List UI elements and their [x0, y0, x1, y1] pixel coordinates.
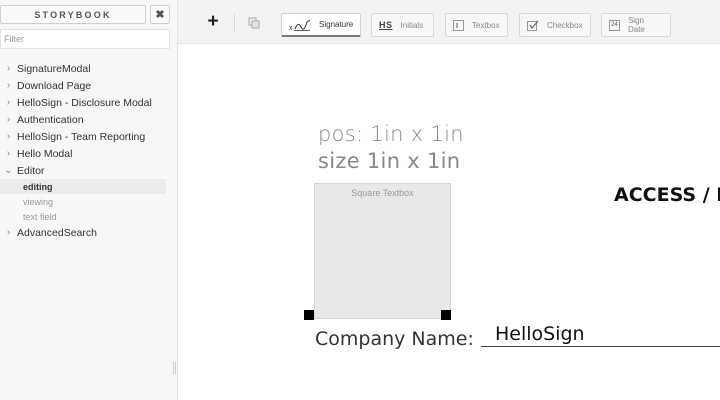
plus-icon: +	[207, 11, 219, 32]
square-textbox-field[interactable]: Square Textbox	[314, 183, 451, 319]
checkbox-tool-button[interactable]: Checkbox	[519, 13, 591, 37]
position-readout: pos: 1in x 1in	[318, 122, 464, 146]
close-icon: ✖	[155, 9, 165, 21]
story-editor-viewing[interactable]: viewing	[0, 194, 170, 209]
add-button[interactable]: +	[203, 12, 223, 32]
sign-date-tool-button[interactable]: 24 Sign Date	[601, 13, 671, 37]
story-team-reporting[interactable]: › HelloSign - Team Reporting	[0, 128, 170, 145]
signature-icon: x	[289, 19, 311, 31]
story-variant-label: text field	[23, 211, 57, 222]
initials-tool-button[interactable]: HS Initials	[371, 13, 434, 37]
resize-handle-bottom-right[interactable]	[441, 310, 451, 320]
story-download-page[interactable]: › Download Page	[0, 77, 170, 94]
copy-icon	[248, 17, 260, 29]
close-sidebar-button[interactable]: ✖	[150, 5, 170, 24]
svg-text:x: x	[289, 25, 293, 31]
story-editor-text-field[interactable]: text field	[0, 209, 170, 224]
story-label: Editor	[17, 164, 45, 177]
storybook-title-button[interactable]: STORYBOOK	[0, 5, 146, 24]
chevron-right-icon: ›	[6, 97, 11, 108]
textbox-tool-button[interactable]: Textbox	[445, 13, 508, 37]
chevron-down-icon: ⌄	[4, 165, 13, 176]
checkbox-icon	[527, 20, 539, 31]
story-advancedsearch[interactable]: › AdvancedSearch	[0, 224, 170, 241]
storybook-sidebar: STORYBOOK ✖ › SignatureModal › Download …	[0, 0, 178, 400]
textbox-icon	[453, 19, 464, 31]
story-disclosure-modal[interactable]: › HelloSign - Disclosure Modal	[0, 94, 170, 111]
story-authentication[interactable]: › Authentication	[0, 111, 170, 128]
chevron-right-icon: ›	[6, 80, 11, 91]
story-variant-label: editing	[23, 181, 53, 192]
story-label: Authentication	[17, 113, 84, 126]
chevron-right-icon: ›	[6, 114, 11, 125]
company-name-label: Company Name:	[315, 328, 474, 350]
initials-icon: HS	[379, 20, 393, 30]
checkbox-label: Checkbox	[547, 20, 583, 30]
signature-label: Signature	[319, 20, 354, 29]
story-tree: › SignatureModal › Download Page › Hello…	[0, 60, 170, 241]
story-label: SignatureModal	[17, 62, 91, 75]
story-label: Hello Modal	[17, 147, 73, 160]
story-label: HelloSign - Team Reporting	[17, 130, 146, 143]
company-name-value: HelloSign	[495, 323, 585, 345]
resize-handle-bottom-left[interactable]	[304, 310, 314, 320]
chevron-right-icon: ›	[6, 131, 11, 142]
toolbar-divider	[234, 14, 235, 32]
field-label: Square Textbox	[351, 188, 414, 198]
story-hello-modal[interactable]: › Hello Modal	[0, 145, 170, 162]
company-name-underline	[481, 346, 720, 347]
story-signaturemodal[interactable]: › SignatureModal	[0, 60, 170, 77]
copy-button[interactable]	[244, 14, 264, 32]
chevron-right-icon: ›	[6, 227, 11, 238]
sidebar-resize-handle[interactable]	[173, 362, 176, 374]
calendar-icon: 24	[609, 19, 620, 31]
filter-input[interactable]	[0, 29, 170, 49]
story-label: Download Page	[17, 79, 92, 92]
signature-tool-button[interactable]: x Signature	[281, 13, 361, 37]
initials-label: Initials	[400, 20, 424, 30]
story-label: AdvancedSearch	[17, 226, 97, 239]
storybook-title: STORYBOOK	[34, 9, 112, 20]
story-variant-label: viewing	[23, 196, 54, 207]
chevron-right-icon: ›	[6, 63, 11, 74]
editor-toolbar: + x Signature HS Initials Textbox Checkb…	[178, 0, 720, 44]
story-editor[interactable]: ⌄ Editor	[0, 162, 170, 179]
sign-date-label: Sign Date	[627, 16, 645, 34]
textbox-label: Textbox	[472, 20, 500, 30]
size-readout: size 1in x 1in	[318, 149, 461, 173]
story-editor-editing[interactable]: editing	[0, 179, 166, 194]
document-heading: ACCESS / I	[614, 184, 720, 206]
chevron-right-icon: ›	[6, 148, 11, 159]
story-label: HelloSign - Disclosure Modal	[17, 96, 152, 109]
